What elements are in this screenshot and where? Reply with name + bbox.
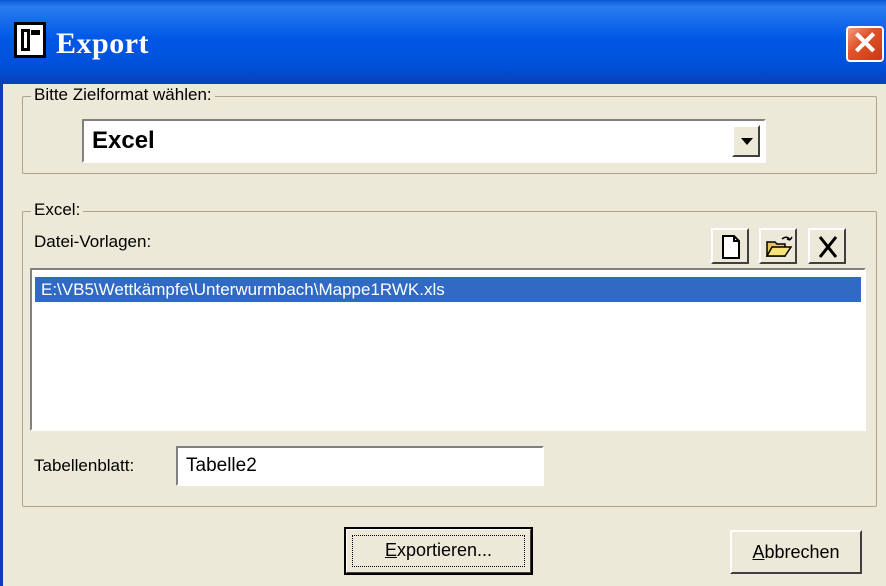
format-select[interactable]: Excel <box>82 119 766 163</box>
format-select-value: Excel <box>92 127 155 154</box>
window-title: Export <box>56 27 149 60</box>
window-border <box>0 84 3 586</box>
sheet-name-input[interactable]: Tabelle2 <box>176 446 544 486</box>
templates-label: Datei-Vorlagen: <box>34 232 152 251</box>
cancel-rest: bbrechen <box>764 542 840 562</box>
new-template-button[interactable] <box>711 228 749 264</box>
delete-template-button[interactable] <box>808 228 846 264</box>
new-document-icon <box>722 235 740 259</box>
open-folder-icon <box>765 236 793 257</box>
title-bar[interactable]: Export ✕ <box>0 0 886 84</box>
close-button[interactable]: ✕ <box>846 26 884 62</box>
cancel-accel: A <box>752 542 765 562</box>
list-item-selected[interactable]: E:\VB5\Wettkämpfe\Unterwurmbach\Mappe1RW… <box>35 277 861 302</box>
excel-group-label: Excel: <box>31 200 84 220</box>
open-template-button[interactable] <box>759 228 797 264</box>
export-accel: E <box>384 540 397 560</box>
sheet-label: Tabellenblatt: <box>34 456 135 475</box>
export-rest: xportieren... <box>396 540 493 560</box>
cancel-button[interactable]: Abbrechen <box>730 530 862 574</box>
export-dialog: Export ✕ Bitte Zielformat wählen: Excel … <box>0 0 886 586</box>
format-group-label: Bitte Zielformat wählen: <box>31 85 215 105</box>
export-button[interactable]: Exportieren... <box>344 527 533 575</box>
export-button-label: Exportieren... <box>385 540 492 560</box>
delete-x-icon <box>818 236 838 258</box>
app-window-icon <box>14 22 46 58</box>
templates-listbox[interactable]: E:\VB5\Wettkämpfe\Unterwurmbach\Mappe1RW… <box>30 268 866 431</box>
cancel-button-label: Abbrechen <box>752 542 839 562</box>
dropdown-arrow-icon[interactable] <box>732 125 760 157</box>
